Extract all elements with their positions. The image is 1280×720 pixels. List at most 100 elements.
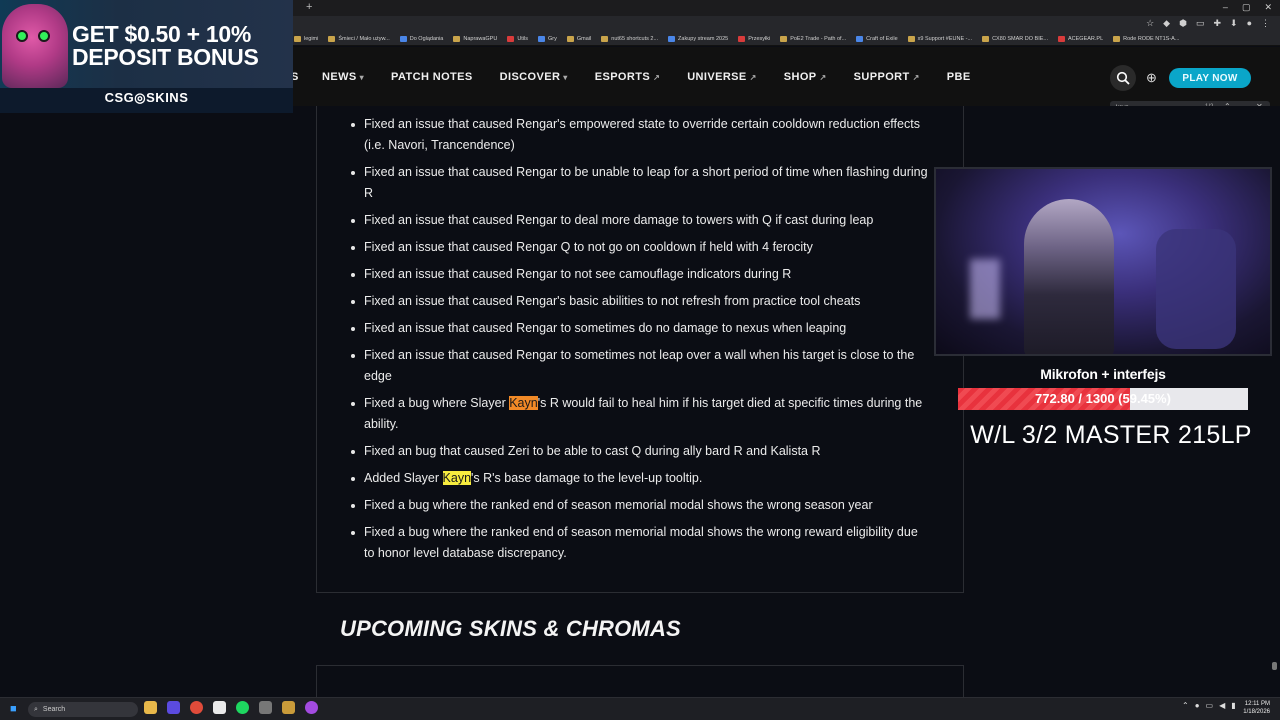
bookmark-label: CX80 SMAR DO BIE... (992, 36, 1048, 42)
network-icon[interactable]: ▭ (1206, 701, 1214, 710)
bookmark-label: PoE2 Trade - Path of... (790, 36, 847, 42)
patch-note-item: Fixed an issue that caused Rengar to som… (351, 318, 930, 339)
webcam-feed (934, 167, 1272, 356)
play-now-button[interactable]: PLAY NOW (1169, 68, 1251, 88)
external-link-icon: ↗ (912, 73, 920, 82)
external-link-icon: ↗ (749, 73, 757, 82)
menu-icon[interactable]: ⋮ (1261, 18, 1270, 29)
mic-label: Mikrofon + interfejs (1040, 366, 1166, 382)
system-tray: ⌃ ● ▭ ◀ ▮ (1182, 701, 1236, 710)
patch-note-text: Fixed a bug where the ranked end of seas… (364, 498, 873, 512)
clock-time: 12:11 PM (1244, 701, 1270, 707)
volume-icon[interactable]: ◀ (1219, 701, 1225, 710)
bookmark-star-icon[interactable]: ☆ (1146, 18, 1154, 29)
windows-start-icon[interactable]: ■ (10, 703, 17, 715)
bookmark-label: NaprawaGPU (463, 36, 498, 42)
bookmark-item[interactable]: Gmail (566, 36, 592, 42)
nav-item-discover[interactable]: DISCOVER ▾ (500, 71, 568, 83)
nav-item-news[interactable]: NEWS ▾ (322, 71, 364, 83)
search-button[interactable] (1110, 65, 1136, 91)
profile-icon[interactable]: ● (1247, 18, 1252, 29)
nav-item-universe[interactable]: UNIVERSE ↗ (687, 71, 757, 83)
minimize-button[interactable]: – (1223, 2, 1228, 13)
bookmark-item[interactable]: Przesyłki (738, 36, 770, 42)
download-icon[interactable]: ⬇ (1230, 18, 1238, 29)
app-icon[interactable] (167, 701, 180, 714)
bookmark-label: ACEGEAR.PL (1068, 36, 1104, 42)
chevron-down-icon: ▾ (563, 73, 568, 82)
win-loss-rank: W/L 3/2 MASTER 215LP (970, 421, 1252, 449)
bookmark-item[interactable]: Do Oglądania (399, 36, 443, 42)
search-icon (1116, 71, 1130, 85)
patch-note-text: Fixed an issue that caused Rengar to som… (364, 321, 847, 335)
nav-item-support[interactable]: SUPPORT ↗ (854, 71, 920, 83)
close-window-button[interactable]: ✕ (1264, 2, 1272, 13)
webcam-person (1024, 199, 1114, 354)
section-title: UPCOMING SKINS & CHROMAS (340, 616, 681, 641)
league-icon[interactable] (282, 701, 295, 714)
ad-mascot-image (2, 4, 68, 88)
bookmark-item[interactable]: Utils (507, 36, 528, 42)
bookmark-item[interactable]: nut65 shortcuts 2... (601, 36, 658, 42)
nav-item-esports[interactable]: ESPORTS ↗ (595, 71, 660, 83)
shield-icon[interactable]: ⬢ (1179, 18, 1187, 29)
ad-banner[interactable]: GET $0.50 + 10% DEPOSIT BONUS CSG◎SKINS (0, 0, 293, 113)
search-highlight: Kayn (442, 471, 472, 485)
nav-item-label: SHOP (783, 71, 817, 83)
nav-item-pbe[interactable]: PBE (947, 71, 971, 83)
globe-icon[interactable]: ⊕ (1146, 70, 1157, 86)
nav-item-patch-notes[interactable]: PATCH NOTES (391, 71, 473, 83)
chevron-down-icon: ▾ (359, 73, 365, 82)
bookmark-item[interactable]: Gry (538, 36, 557, 42)
bookmark-item[interactable]: Craft of Exile (856, 36, 898, 42)
spotify-icon[interactable] (236, 701, 249, 714)
chrome-icon[interactable] (190, 701, 203, 714)
bookmark-label: Gmail (576, 36, 592, 42)
bookmark-item[interactable]: Rode RODE NT1S-A... (1113, 36, 1179, 42)
nav-item-label: ESPORTS (594, 71, 651, 83)
patch-note-item: Fixed a bug where the ranked end of seas… (351, 495, 930, 516)
patch-note-item: Fixed a bug where the ranked end of seas… (351, 522, 930, 564)
battery-icon[interactable]: ▮ (1231, 701, 1235, 710)
patch-note-text: Added Slayer (364, 471, 443, 485)
bookmark-item[interactable]: Zakupy stream 2025 (668, 36, 728, 42)
patch-note-text: Fixed an issue that caused Rengar to som… (364, 348, 915, 383)
notes-icon[interactable] (213, 701, 226, 714)
nav-menu: S NEWS ▾ PATCH NOTES DISCOVER ▾ ESPORTS ↗ UNIVE… (291, 71, 971, 83)
file-explorer-icon[interactable] (144, 701, 157, 714)
folder-icon (907, 36, 915, 42)
tray-chevron-icon[interactable]: ⌃ (1182, 701, 1189, 710)
microphone-icon[interactable]: ● (1195, 701, 1200, 710)
patch-note-text: Fixed an issue that caused Rengar to be … (364, 165, 928, 200)
cast-icon[interactable]: ▭ (1196, 18, 1205, 29)
folder-icon (453, 36, 461, 42)
folder-icon (507, 36, 515, 42)
bookmark-item[interactable]: ACEGEAR.PL (1058, 36, 1103, 42)
nav-item-shop[interactable]: SHOP ↗ (784, 71, 827, 83)
search-highlight: Kayn (509, 396, 538, 410)
bookmark-item[interactable]: PoE2 Trade - Path of... (780, 36, 846, 42)
puzzle-icon[interactable]: ✚ (1213, 18, 1221, 29)
patch-note-text: Fixed an issue that caused Rengar's empo… (364, 117, 920, 152)
folder-icon (566, 36, 574, 42)
bookmark-item[interactable]: CX80 SMAR DO BIE... (982, 36, 1048, 42)
bookmark-item[interactable]: NaprawaGPU (453, 36, 497, 42)
scrollbar-thumb[interactable] (1272, 662, 1277, 670)
extension-icon[interactable]: ◆ (1163, 18, 1170, 29)
maximize-button[interactable]: ▢ (1242, 2, 1251, 13)
taskbar-search[interactable]: ⌕ Search (28, 702, 138, 717)
patch-note-text: Fixed an issue that caused Rengar to dea… (364, 213, 874, 227)
bookmark-item[interactable]: legimi (294, 36, 318, 42)
app-icon[interactable] (259, 701, 272, 714)
search-icon: ⌕ (34, 705, 38, 713)
folder-icon (982, 36, 990, 42)
patch-note-text: Fixed an issue that caused Rengar Q to n… (364, 240, 813, 254)
bookmark-item[interactable]: x9 Support #EUNE -... (907, 36, 972, 42)
new-tab-button[interactable]: + (306, 1, 312, 13)
taskbar-clock[interactable]: 12:11 PM 1/18/2026 (1236, 700, 1270, 716)
bookmark-item[interactable]: Śmieci / Mało używ... (328, 36, 390, 42)
twitch-icon[interactable] (305, 701, 318, 714)
webcam-light (970, 259, 1000, 319)
bookmark-label: Utils (517, 36, 529, 42)
bookmark-label: Craft of Exile (866, 36, 898, 42)
